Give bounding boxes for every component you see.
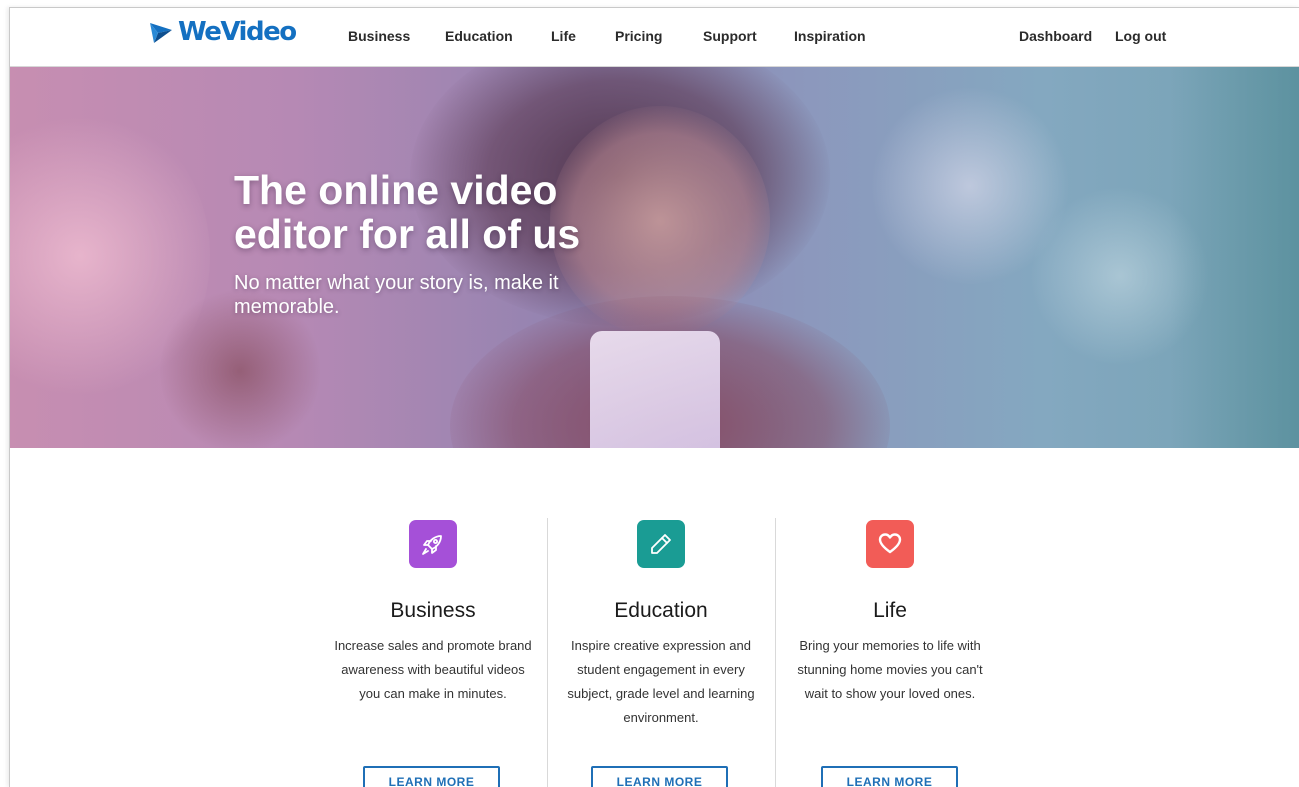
hero-subtitle: No matter what your story is, make it me… <box>234 272 559 318</box>
browser-viewport: WeVideo Business Education Life Pricing … <box>9 7 1299 787</box>
business-learn-more-button[interactable]: LEARN MORE <box>363 766 500 787</box>
logo-wordmark: WeVideo <box>178 17 297 47</box>
feature-life: Life Bring your memories to life with st… <box>776 520 1004 706</box>
feature-title: Life <box>873 599 907 622</box>
nav-inspiration[interactable]: Inspiration <box>794 28 866 44</box>
pencil-icon <box>637 520 685 568</box>
feature-education: Education Inspire creative expression an… <box>547 520 775 730</box>
nav-pricing[interactable]: Pricing <box>615 28 662 44</box>
nav-life[interactable]: Life <box>551 28 576 44</box>
hero-title: The online video editor for all of us <box>234 167 581 257</box>
feature-description: Increase sales and promote brand awarene… <box>334 638 532 701</box>
feature-description: Inspire creative expression and student … <box>567 638 755 725</box>
heart-icon <box>866 520 914 568</box>
rocket-icon <box>409 520 457 568</box>
top-navbar: WeVideo Business Education Life Pricing … <box>10 8 1299 67</box>
feature-title: Business <box>390 599 476 622</box>
nav-business[interactable]: Business <box>348 28 410 44</box>
education-learn-more-button[interactable]: LEARN MORE <box>591 766 728 787</box>
play-arrow-icon <box>150 23 172 43</box>
nav-education[interactable]: Education <box>445 28 513 44</box>
nav-support[interactable]: Support <box>703 28 757 44</box>
life-learn-more-button[interactable]: LEARN MORE <box>821 766 958 787</box>
feature-title: Education <box>614 599 708 622</box>
wevideo-logo[interactable]: WeVideo <box>148 17 297 47</box>
nav-logout[interactable]: Log out <box>1115 28 1166 44</box>
nav-dashboard[interactable]: Dashboard <box>1019 28 1092 44</box>
feature-description: Bring your memories to life with stunnin… <box>797 638 983 701</box>
feature-business: Business Increase sales and promote bran… <box>319 520 547 706</box>
hero-banner: The online video editor for all of us No… <box>10 66 1299 448</box>
